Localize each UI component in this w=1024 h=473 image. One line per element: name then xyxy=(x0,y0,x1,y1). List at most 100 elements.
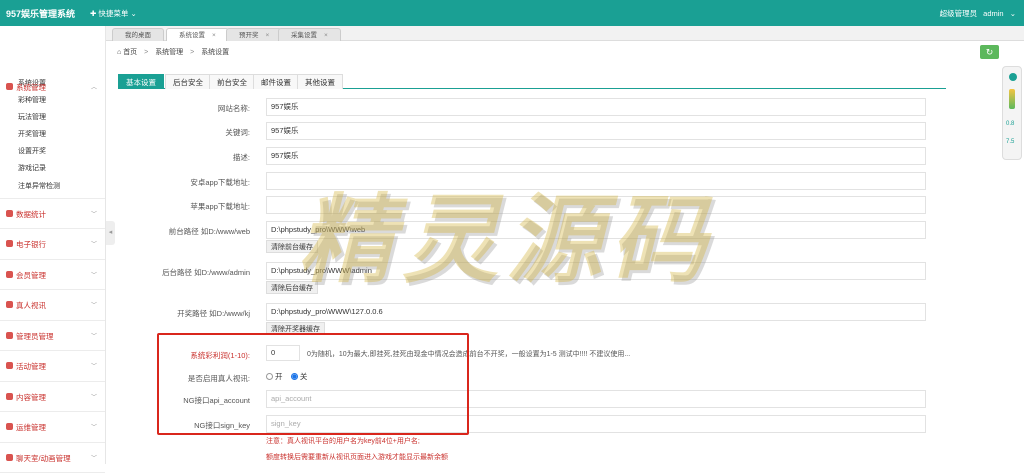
sidebar-collapse-handle[interactable]: ◂ xyxy=(106,221,115,245)
menu-icon xyxy=(6,240,13,248)
android-url-input[interactable] xyxy=(266,172,926,190)
sidebar-section-label: 运维管理 xyxy=(16,423,46,433)
refresh-button[interactable]: ↻ xyxy=(980,45,999,59)
description-label: 描述: xyxy=(232,153,250,162)
sidebar-section-label: 内容管理 xyxy=(16,392,46,402)
admin-path-input[interactable]: D:\phpstudy_pro\WWW\admin xyxy=(266,262,926,280)
row-description: 描述: 957娱乐 xyxy=(130,147,930,167)
android-url-label: 安卓app下载地址: xyxy=(190,178,250,187)
tab-mail-settings[interactable]: 邮件设置 xyxy=(253,74,299,89)
sidebar-sub-item[interactable]: 开奖管理 xyxy=(0,126,105,143)
sidebar-section-label: 电子银行 xyxy=(16,240,46,250)
close-icon[interactable]: × xyxy=(324,32,328,39)
chevron-down-icon: ﹀ xyxy=(90,272,97,279)
sidebar-section-system[interactable]: 系统管理 ︿ 系统设置 彩种管理 玩法管理 开奖管理 设置开奖 游戏记录 注单异常检测 xyxy=(0,72,105,199)
menu-icon xyxy=(6,423,13,431)
row-android-url: 安卓app下载地址: xyxy=(130,172,930,192)
sidebar-sub-item[interactable]: 彩种管理 xyxy=(0,92,105,109)
user-role: 超级管理员 xyxy=(939,9,978,18)
note-balance: 额度转换后需要重新从视讯页面进入游戏才能显示最新余额 xyxy=(266,454,448,461)
sidebar: 系统管理 ︿ 系统设置 彩种管理 玩法管理 开奖管理 设置开奖 游戏记录 注单异常检测 数据… xyxy=(0,26,106,473)
chevron-up-icon: ︿ xyxy=(90,85,97,91)
chevron-down-icon: ﹀ xyxy=(90,425,97,432)
row-keywords: 关键词: 957娱乐 xyxy=(130,122,930,142)
breadcrumb-level2: 系统设置 xyxy=(201,49,230,56)
chevron-down-icon: ﹀ xyxy=(90,211,97,218)
meter-icon xyxy=(1009,89,1015,109)
sidebar-section-label: 会员管理 xyxy=(16,270,46,280)
sidebar-section[interactable]: 聊天室/动画管理 ﹀ xyxy=(0,443,105,473)
sidebar-section[interactable]: 真人视讯 ﹀ xyxy=(0,290,105,321)
clear-admin-cache-button[interactable]: 清除后台缓存 xyxy=(266,281,318,294)
chevron-down-icon: ﹀ xyxy=(90,333,97,340)
sidebar-section-label: 活动管理 xyxy=(16,362,46,372)
sidebar-sub-item[interactable]: 设置开奖 xyxy=(0,143,105,160)
sidebar-section[interactable]: 管理员管理 ﹀ xyxy=(0,321,105,352)
row-site-name: 网站名称: 957娱乐 xyxy=(130,98,930,118)
front-path-label: 前台路径 如D:/www/web xyxy=(168,227,250,236)
close-icon[interactable]: × xyxy=(266,32,270,39)
chevron-down-icon: ⌄ xyxy=(1009,9,1016,18)
quick-menu-button[interactable]: ✚ 快捷菜单 ⌄ xyxy=(90,8,137,19)
keywords-label: 关键词: xyxy=(225,128,250,137)
settings-tabs: 基本设置 后台安全 前台安全 邮件设置 其他设置 xyxy=(118,74,946,89)
widget-value-2: 7.5 xyxy=(1006,139,1015,145)
tab-desktop[interactable]: 我的桌面 xyxy=(112,28,164,41)
gear-icon xyxy=(6,83,13,90)
sidebar-section-label: 聊天室/动画管理 xyxy=(16,453,71,463)
sidebar-section[interactable]: 电子银行 ﹀ xyxy=(0,229,105,260)
tab-strip: 我的桌面 系统设置 × 预开奖 × 采集设置 × xyxy=(106,26,1024,41)
ios-url-input[interactable] xyxy=(266,196,926,214)
chevron-down-icon: ﹀ xyxy=(90,394,97,401)
refresh-icon: ↻ xyxy=(985,47,994,57)
menu-icon xyxy=(6,331,13,339)
menu-icon xyxy=(6,362,13,370)
lottery-path-input[interactable]: D:\phpstudy_pro\WWW\127.0.0.6 xyxy=(266,303,926,321)
chevron-down-icon: ﹀ xyxy=(90,242,97,249)
tab-collect-settings[interactable]: 采集设置 × xyxy=(278,28,341,41)
keywords-input[interactable]: 957娱乐 xyxy=(266,122,926,140)
sidebar-section[interactable]: 会员管理 ﹀ xyxy=(0,260,105,291)
sidebar-sub-item[interactable]: 游戏记录 xyxy=(0,160,105,177)
lottery-path-label: 开奖路径 如D:/www/kj xyxy=(177,309,250,318)
front-path-input[interactable]: D:\phpstudy_pro\WWW\web xyxy=(266,221,926,239)
breadcrumb-level1[interactable]: 系统管理 xyxy=(155,49,183,56)
note-username: 注意：真人视讯平台的用户名为key前4位+用户名; xyxy=(266,438,420,445)
row-admin-path: 后台路径 如D:/www/admin D:\phpstudy_pro\WWW\a… xyxy=(130,262,930,294)
status-dot-icon xyxy=(1009,73,1017,81)
tab-backend-security[interactable]: 后台安全 xyxy=(165,74,211,89)
clear-front-cache-button[interactable]: 清除前台缓存 xyxy=(266,240,318,253)
breadcrumb-home[interactable]: 首页 xyxy=(123,49,137,56)
site-name-input[interactable]: 957娱乐 xyxy=(266,98,926,116)
sidebar-section[interactable]: 内容管理 ﹀ xyxy=(0,382,105,413)
menu-icon xyxy=(6,301,13,309)
sidebar-sub-item[interactable]: 玩法管理 xyxy=(0,109,105,126)
admin-path-label: 后台路径 如D:/www/admin xyxy=(162,268,250,277)
tab-pre-draw[interactable]: 预开奖 × xyxy=(226,28,283,41)
sidebar-section-label: 管理员管理 xyxy=(16,331,54,341)
sidebar-section[interactable]: 运维管理 ﹀ xyxy=(0,412,105,443)
row-ios-url: 苹果app下载地址: xyxy=(130,196,930,216)
widget-value-1: 0.8 xyxy=(1006,121,1015,127)
menu-icon xyxy=(6,453,13,461)
user-menu[interactable]: 超级管理员 admin ⌄ xyxy=(936,8,1016,19)
tab-system-settings[interactable]: 系统设置 × xyxy=(166,28,229,41)
menu-icon xyxy=(6,209,13,217)
app-brand: 957娱乐管理系统 xyxy=(6,9,76,19)
tab-basic-settings[interactable]: 基本设置 xyxy=(118,74,164,89)
site-name-label: 网站名称: xyxy=(217,104,250,113)
tab-other-settings[interactable]: 其他设置 xyxy=(297,74,343,89)
close-icon[interactable]: × xyxy=(212,32,216,39)
tab-frontend-security[interactable]: 前台安全 xyxy=(209,74,255,89)
sidebar-section[interactable]: 活动管理 ﹀ xyxy=(0,351,105,382)
sidebar-section[interactable]: 数据统计 ﹀ xyxy=(0,199,105,230)
sidebar-sub-item[interactable]: 注单异常检测 xyxy=(0,178,105,195)
user-name: admin xyxy=(983,9,1004,18)
sidebar-section-label: 系统管理 xyxy=(16,83,46,92)
sidebar-section-label: 数据统计 xyxy=(16,209,46,219)
network-widget[interactable]: 0.8 7.5 xyxy=(1002,66,1022,160)
menu-icon xyxy=(6,270,13,278)
description-input[interactable]: 957娱乐 xyxy=(266,147,926,165)
row-lottery-path: 开奖路径 如D:/www/kj D:\phpstudy_pro\WWW\127.… xyxy=(130,303,930,335)
chevron-down-icon: ﹀ xyxy=(90,364,97,371)
